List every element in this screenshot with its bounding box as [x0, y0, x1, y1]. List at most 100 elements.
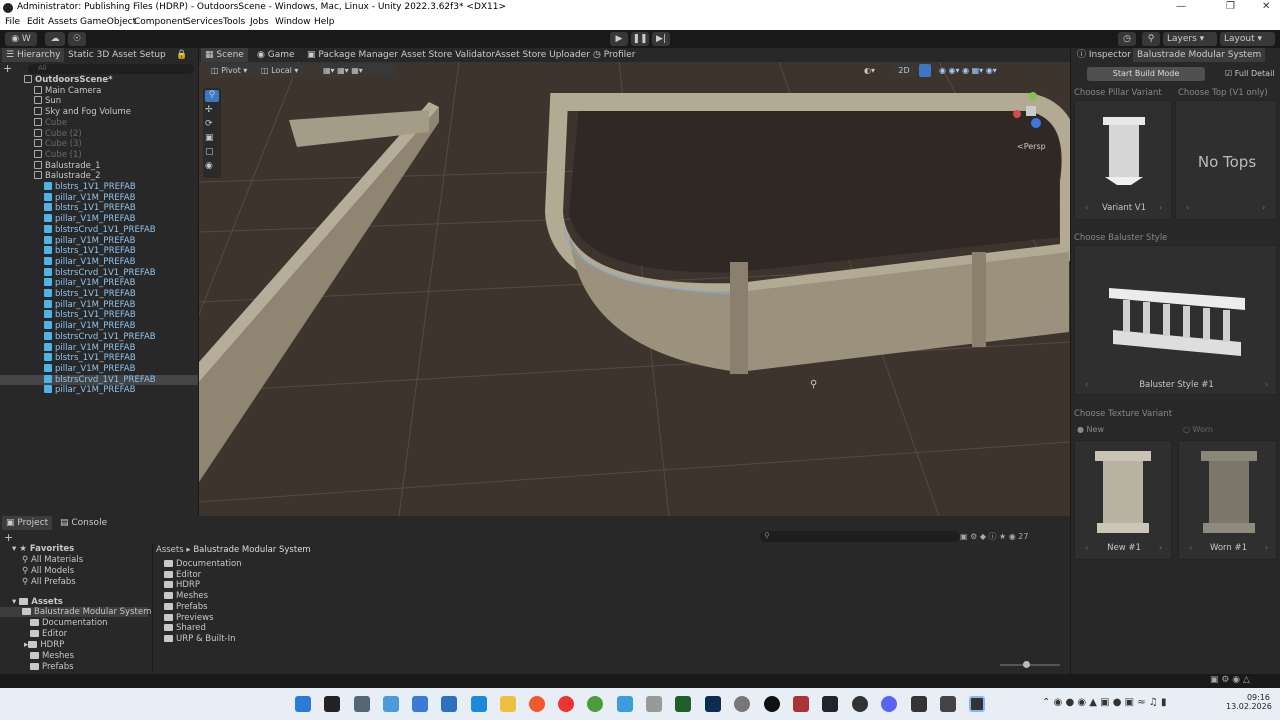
top-next-arrow[interactable]: ›: [1262, 203, 1265, 212]
close-icon[interactable]: ✕: [1262, 1, 1270, 12]
layout-dropdown[interactable]: Layout ▾: [1220, 32, 1275, 46]
tray-icons[interactable]: ⌃ ◉ ● ◉ ▲ ▣ ● ▣ ≈ ♫ ▮: [1042, 697, 1167, 708]
app-icon[interactable]: [940, 696, 956, 712]
gizmo-y-icon[interactable]: [1029, 92, 1037, 100]
texture-new-radio[interactable]: ● New: [1077, 425, 1104, 434]
tab-console[interactable]: ▤ Console: [56, 516, 111, 530]
project-folder-item[interactable]: Shared: [164, 623, 206, 633]
2d-toggle[interactable]: 2D: [894, 64, 914, 77]
tab-game[interactable]: ◉ Game: [253, 48, 299, 62]
tab-asset-store-uploader[interactable]: Asset Store Uploader: [491, 48, 594, 62]
hierarchy-item[interactable]: blstrsCrvd_1V1_PREFAB: [0, 331, 198, 343]
app-icon[interactable]: [793, 696, 809, 712]
hierarchy-item[interactable]: pillar_V1M_PREFAB: [0, 385, 198, 396]
new-prev-arrow[interactable]: ‹: [1085, 543, 1088, 552]
browser-icon[interactable]: [587, 696, 603, 712]
scene-view[interactable]: ◫ Pivot ▾ ◫ Local ▾ ▦▾ ▦▾ ▦▾ ◐▾ 2D ◉ ◉▾ …: [199, 62, 1070, 516]
play-button[interactable]: ▶: [610, 32, 628, 46]
terminal-icon[interactable]: [324, 696, 340, 712]
top-prev-arrow[interactable]: ‹: [1186, 203, 1189, 212]
menu-jobs[interactable]: Jobs: [250, 17, 269, 27]
gizmo-x-icon[interactable]: [1013, 110, 1021, 118]
collab-icon[interactable]: ☉: [68, 32, 86, 46]
favorites-label[interactable]: ▾ ★ Favorites: [12, 544, 74, 554]
assets-root[interactable]: ▾ Assets: [12, 597, 63, 607]
view-tool-icon[interactable]: ⚲: [205, 90, 219, 102]
menu-edit[interactable]: Edit: [27, 17, 44, 27]
orientation-gizmo[interactable]: [1009, 88, 1059, 138]
hierarchy-item[interactable]: Main Camera: [0, 85, 198, 97]
project-folder-item[interactable]: Previews: [164, 613, 214, 623]
hierarchy-item[interactable]: pillar_V1M_PREFAB: [0, 256, 198, 268]
project-toolbar-icons[interactable]: ▣ ⚙ ◆ ⓘ ★ ◉ 27: [960, 531, 1070, 542]
baluster-prev-arrow[interactable]: ‹: [1085, 380, 1088, 389]
tree-item[interactable]: Meshes: [30, 651, 74, 661]
notes-icon[interactable]: [471, 696, 487, 712]
scene-view-options[interactable]: ◉ ◉▾ ◉ ▦▾ ◉▾: [939, 64, 1059, 77]
pause-button[interactable]: ❚❚: [631, 32, 649, 46]
scale-tool-icon[interactable]: ▣: [205, 133, 214, 143]
lighting-toggle-icon[interactable]: [919, 64, 931, 77]
project-folder-item[interactable]: Meshes: [164, 591, 208, 601]
worn-prev-arrow[interactable]: ‹: [1189, 543, 1192, 552]
app-icon[interactable]: [617, 696, 633, 712]
favorite-item[interactable]: ⚲ All Prefabs: [22, 577, 76, 587]
calculator-icon[interactable]: [441, 696, 457, 712]
unreal-icon[interactable]: [764, 696, 780, 712]
search-icon[interactable]: ⚲: [1142, 32, 1160, 46]
layers-dropdown[interactable]: Layers ▾: [1163, 32, 1217, 46]
hierarchy-item[interactable]: blstrsCrvd_1V1_PREFAB: [0, 267, 198, 279]
hierarchy-item[interactable]: blstrsCrvd_1V1_PREFAB: [0, 224, 198, 236]
hierarchy-item[interactable]: Balustrade_2: [0, 171, 198, 182]
grid-snapping-tools[interactable]: ▦▾ ▦▾ ▦▾: [319, 64, 395, 77]
menu-services[interactable]: Services: [185, 17, 223, 27]
hierarchy-item[interactable]: pillar_V1M_PREFAB: [0, 342, 198, 354]
hierarchy-item[interactable]: blstrs_1V1_PREFAB: [0, 182, 198, 193]
texture-new-card[interactable]: New #1 ‹ ›: [1074, 440, 1172, 560]
hierarchy-item[interactable]: pillar_V1M_PREFAB: [0, 321, 198, 332]
transform-tool-icon[interactable]: ◉: [205, 161, 213, 171]
top-variant-card[interactable]: No Tops ‹ ›: [1175, 100, 1277, 220]
hierarchy-item[interactable]: Sun: [0, 96, 198, 107]
app-icon[interactable]: [822, 696, 838, 712]
hierarchy-item[interactable]: pillar_V1M_PREFAB: [0, 235, 198, 247]
projection-label[interactable]: <Persp: [1017, 142, 1046, 151]
menu-component[interactable]: Component: [134, 17, 186, 27]
gizmo-z-icon[interactable]: [1031, 118, 1041, 128]
add-icon[interactable]: +: [3, 62, 12, 75]
lock-icon[interactable]: 🔒: [172, 48, 191, 62]
project-search-input[interactable]: ⚲: [760, 531, 960, 542]
project-folder-item[interactable]: Documentation: [164, 559, 242, 569]
pycharm-icon[interactable]: [675, 696, 691, 712]
start-build-mode-button[interactable]: Start Build Mode: [1087, 67, 1205, 81]
favorite-item[interactable]: ⚲ All Models: [22, 566, 74, 576]
new-next-arrow[interactable]: ›: [1159, 543, 1162, 552]
menu-gameobject[interactable]: GameObject: [80, 17, 136, 27]
hierarchy-item[interactable]: blstrsCrvd_1V1_PREFAB: [0, 374, 198, 386]
hierarchy-item[interactable]: Sky and Fog Volume: [0, 107, 198, 118]
menu-window[interactable]: Window: [275, 17, 311, 27]
tab-profiler[interactable]: ◷ Profiler: [589, 48, 639, 62]
hierarchy-item[interactable]: blstrs_1V1_PREFAB: [0, 203, 198, 214]
step-button[interactable]: ▶|: [652, 32, 670, 46]
hierarchy-item[interactable]: pillar_V1M_PREFAB: [0, 192, 198, 204]
hierarchy-item[interactable]: blstrs_1V1_PREFAB: [0, 353, 198, 364]
tree-item-balustrade[interactable]: Balustrade Modular System: [0, 607, 151, 617]
start-menu-icon[interactable]: [295, 696, 311, 712]
hierarchy-item[interactable]: Balustrade_1: [0, 160, 198, 172]
unity-taskbar-icon[interactable]: [969, 696, 985, 712]
favorite-item[interactable]: ⚲ All Materials: [22, 555, 83, 565]
project-folder-item[interactable]: HDRP: [164, 580, 200, 590]
tab-package-manager[interactable]: ▣ Package Manager: [303, 48, 402, 62]
hierarchy-item[interactable]: blstrs_1V1_PREFAB: [0, 310, 198, 321]
discord-icon[interactable]: [881, 696, 897, 712]
hierarchy-item[interactable]: pillar_V1M_PREFAB: [0, 363, 198, 375]
chrome-icon[interactable]: [558, 696, 574, 712]
explorer-icon[interactable]: [500, 696, 516, 712]
gizmo-center-icon[interactable]: [1026, 106, 1036, 116]
hierarchy-item[interactable]: pillar_V1M_PREFAB: [0, 299, 198, 311]
app-icon[interactable]: [646, 696, 662, 712]
project-add-icon[interactable]: +: [4, 531, 13, 544]
menu-assets[interactable]: Assets: [48, 17, 77, 27]
rotate-tool-icon[interactable]: ⟳: [205, 119, 213, 129]
